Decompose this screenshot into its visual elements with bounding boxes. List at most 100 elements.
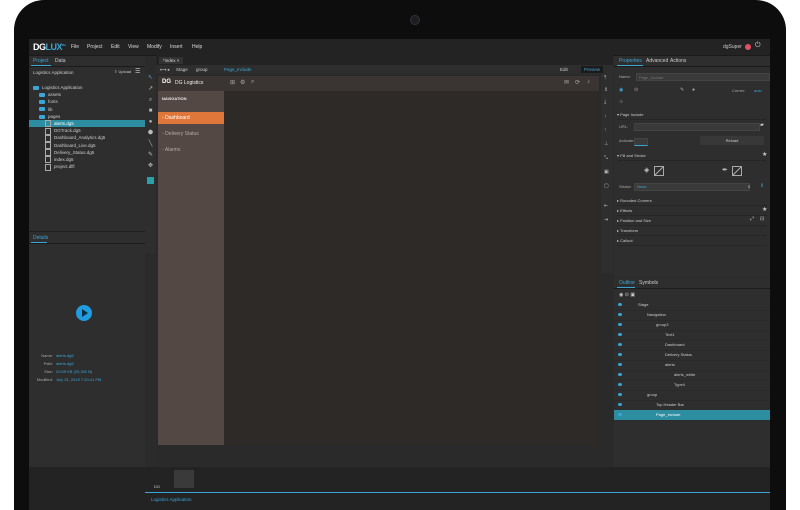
- breadcrumb-stage[interactable]: Stage: [176, 67, 188, 72]
- user-avatar[interactable]: [745, 44, 751, 50]
- select-tool-icon[interactable]: ↖: [147, 75, 154, 82]
- bell-icon[interactable]: ♪: [587, 79, 590, 85]
- section-rounded-corners[interactable]: ▸ Rounded Corners: [617, 196, 767, 206]
- direct-select-icon[interactable]: ↗: [147, 86, 154, 93]
- editor-tab[interactable]: *index ×: [159, 57, 184, 64]
- eye-icon[interactable]: [618, 383, 622, 387]
- activate-input[interactable]: [634, 138, 648, 146]
- eye-icon[interactable]: [618, 373, 622, 377]
- fill-bucket-icon[interactable]: ◈: [644, 166, 649, 174]
- group-icon[interactable]: ▣: [604, 169, 609, 175]
- document-canvas[interactable]: DG DG Logistics ⊞ ⚙ ⌕ ✉ ⟳ ♪ NAVIGATION ◦…: [158, 76, 599, 445]
- stroke-select[interactable]: None: [634, 183, 750, 191]
- tree-item[interactable]: Logistics Application: [29, 84, 145, 91]
- align-bottom-icon[interactable]: ⤓: [604, 99, 606, 105]
- menu-file[interactable]: File: [71, 44, 79, 50]
- drop-icon[interactable]: ●: [692, 87, 695, 93]
- user-name[interactable]: dgSuper: [723, 44, 742, 50]
- url-input[interactable]: [634, 123, 760, 131]
- eye-icon[interactable]: [618, 393, 622, 397]
- menu-insert[interactable]: Insert: [170, 44, 183, 50]
- tree-item[interactable]: index.dg5: [29, 156, 145, 164]
- play-icon[interactable]: [76, 305, 92, 321]
- eye-icon[interactable]: [618, 353, 622, 357]
- align-top-icon[interactable]: ⤒: [604, 75, 606, 81]
- tree-item[interactable]: assets: [29, 91, 145, 98]
- section-page-include[interactable]: ▾ Page Include: [617, 110, 767, 120]
- upload-button[interactable]: ⇪ Upload: [114, 69, 131, 74]
- menu-edit[interactable]: Edit: [111, 44, 120, 50]
- pin-icon[interactable]: ⊹: [619, 99, 623, 105]
- eye-icon[interactable]: [618, 303, 622, 307]
- edit-button[interactable]: Edit: [560, 67, 568, 72]
- mail-icon[interactable]: ✉: [564, 79, 569, 86]
- tab-project[interactable]: Project: [33, 58, 49, 64]
- list-menu-icon[interactable]: ☰: [135, 68, 140, 75]
- folder-icon[interactable]: ▰: [760, 122, 764, 128]
- bottom-project[interactable]: Logistics Application: [151, 497, 192, 502]
- ungroup-icon[interactable]: ▢: [604, 183, 609, 189]
- expand-icon[interactable]: ⤢: [750, 216, 754, 222]
- menu-help[interactable]: Help: [192, 44, 202, 50]
- tree-item[interactable]: Dashboard_Live.dg5: [29, 141, 145, 149]
- menu-project[interactable]: Project: [87, 44, 103, 50]
- section-effects[interactable]: ▸ Effects: [617, 206, 767, 216]
- fill-icon[interactable]: ✎: [680, 87, 684, 93]
- tab-symbols[interactable]: Symbols: [639, 280, 658, 286]
- thumbnail-icon[interactable]: [174, 470, 194, 488]
- eye-icon[interactable]: [618, 313, 622, 317]
- breadcrumb-group[interactable]: group: [196, 67, 208, 72]
- tab-advanced[interactable]: Advanced: [646, 58, 668, 64]
- tree-item[interactable]: pages: [29, 113, 145, 120]
- eye-icon[interactable]: [618, 323, 622, 327]
- lock-icon[interactable]: ⊙: [634, 87, 638, 93]
- ellipse-tool-icon[interactable]: ●: [147, 119, 154, 126]
- shape-tool-icon[interactable]: ⬟: [147, 130, 154, 137]
- section-callout[interactable]: ▸ Callout: [617, 236, 767, 246]
- close-icon[interactable]: ×: [177, 58, 180, 63]
- stroke-none-swatch[interactable]: [732, 166, 742, 176]
- preview-button[interactable]: Preview: [581, 66, 604, 73]
- resize-icon[interactable]: ⤡: [604, 155, 608, 161]
- section-position-size[interactable]: ▸ Position and Size: [617, 216, 767, 226]
- nav-item[interactable]: ◦ Dashboard: [158, 112, 224, 124]
- align-middle-icon[interactable]: ⇕: [604, 87, 608, 93]
- distribute-icon[interactable]: ↓: [604, 113, 607, 119]
- bottom-tab[interactable]: DG: [154, 484, 160, 489]
- tree-item[interactable]: Delivery_Status.dg5: [29, 149, 145, 157]
- arrange-right-icon[interactable]: ⇥: [604, 217, 608, 223]
- arrange-left-icon[interactable]: ⇤: [604, 203, 608, 209]
- snap-icon[interactable]: ⊡: [760, 216, 764, 222]
- settings-icon[interactable]: ⚙: [240, 79, 245, 86]
- distribute-up-icon[interactable]: ↑: [604, 127, 607, 133]
- color-swatch-icon[interactable]: [147, 177, 154, 184]
- menu-view[interactable]: View: [128, 44, 139, 50]
- eye-icon[interactable]: [618, 363, 622, 367]
- nav-item[interactable]: ◦ Alarms: [158, 144, 224, 156]
- line-tool-icon[interactable]: ╲: [147, 141, 154, 148]
- fill-none-swatch[interactable]: [654, 166, 664, 176]
- tree-item[interactable]: project.dlfl: [29, 163, 145, 171]
- menu-modify[interactable]: Modify: [147, 44, 162, 50]
- tab-outline[interactable]: Outline: [619, 280, 635, 286]
- reload-button[interactable]: Reload: [700, 136, 764, 145]
- zoom-tool-icon[interactable]: ⌕: [147, 97, 154, 104]
- name-input[interactable]: [636, 73, 770, 81]
- eye-icon[interactable]: [618, 333, 622, 337]
- nav-item[interactable]: ◦ Delivery Status: [158, 128, 224, 140]
- refresh-icon[interactable]: ⟳: [575, 79, 580, 86]
- tree-item[interactable]: Dashboard_Analytics.dg5: [29, 134, 145, 142]
- align-left-icon[interactable]: ⊥: [604, 141, 608, 147]
- bucket-tool-icon[interactable]: ✥: [147, 163, 154, 170]
- tab-actions[interactable]: Actions: [670, 58, 686, 64]
- grid-icon[interactable]: ⊞: [230, 79, 235, 86]
- power-icon[interactable]: ⏻: [755, 42, 761, 50]
- search-icon[interactable]: ⌕: [251, 79, 254, 86]
- pen-tool-icon[interactable]: ✎: [147, 152, 154, 159]
- effects-star-icon[interactable]: ★: [762, 206, 767, 213]
- tab-properties[interactable]: Properties: [619, 58, 642, 64]
- eye-icon[interactable]: [618, 413, 622, 417]
- rect-tool-icon[interactable]: ■: [147, 108, 154, 115]
- breadcrumb-page-include[interactable]: Page_Include: [224, 67, 252, 72]
- outline-toolbar-icons[interactable]: ◉ ⊙ ▣: [619, 292, 635, 298]
